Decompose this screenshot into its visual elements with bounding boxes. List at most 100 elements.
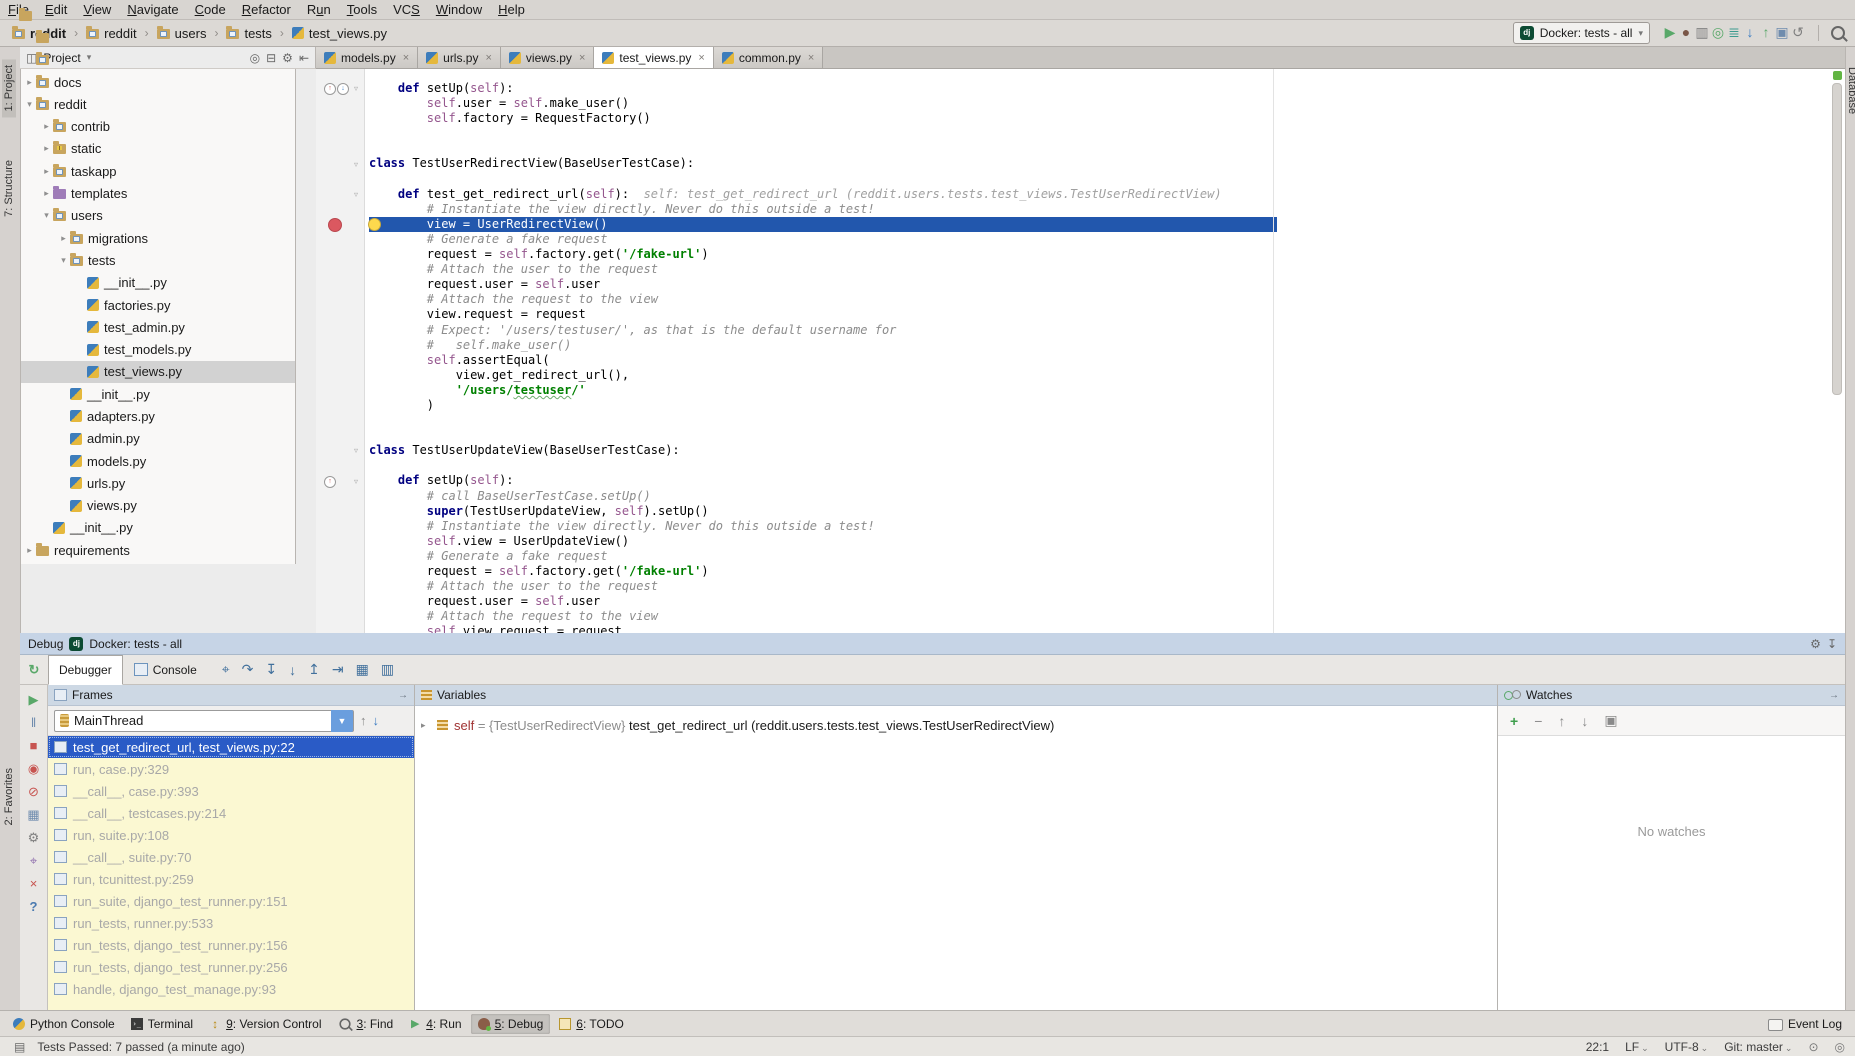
toolwindow-button-5-debug[interactable]: 5: Debug [471,1014,551,1034]
tree-item-tests[interactable]: ▾tests [0,249,295,271]
memory-indicator-icon[interactable]: ◎ [1835,1040,1845,1054]
code-line[interactable]: request = self.factory.get('/fake-url') [369,564,1277,579]
coverage-icon[interactable]: ▥ [1694,25,1710,39]
fold-marker-icon[interactable]: ▿ [354,190,358,199]
profile-icon[interactable]: ◎ [1710,25,1726,39]
code-line[interactable] [369,126,1277,141]
vcs-commit-icon[interactable]: ↑ [1758,25,1774,39]
code-line[interactable]: request.user = self.user [369,277,1277,292]
code-line[interactable] [369,141,1277,156]
code-area[interactable]: def setUp(self): self.user = self.make_u… [365,69,1845,633]
tree-item-users[interactable]: ▾users [0,205,295,227]
locate-file-icon[interactable]: ◎ [250,51,260,65]
status-widget-22-1[interactable]: 22:1 [1586,1040,1609,1054]
debug-toolwindow-header[interactable]: Debug dj Docker: tests - all ⚙ ↧ [20,633,1845,655]
frame-row[interactable]: __call__, suite.py:70 [48,846,414,868]
tree-item-urls-py[interactable]: urls.py [0,472,295,494]
code-line[interactable]: view = UserRedirectView() [369,217,1277,232]
debug-tab-console[interactable]: Console [123,655,208,685]
code-line[interactable]: super(TestUserUpdateView, self).setUp() [369,504,1277,519]
tab-urls-py[interactable]: urls.py× [418,47,501,68]
frame-row[interactable]: run_tests, django_test_runner.py:256 [48,956,414,978]
code-line[interactable]: # Attach the request to the view [369,609,1277,624]
show-execution-point-icon[interactable]: ⌖ [222,661,230,678]
status-widget-git-master[interactable]: Git: master⌄ [1724,1040,1792,1054]
chevron-right-icon[interactable]: ▸ [57,233,70,244]
code-line[interactable]: def setUp(self): [369,81,1277,96]
close-icon[interactable]: × [808,52,814,64]
close-icon[interactable]: × [579,52,585,64]
code-line[interactable]: self.factory = RequestFactory() [369,111,1277,126]
frame-down-icon[interactable]: ↓ [373,713,380,728]
code-line[interactable] [369,428,1277,443]
tree-item-reddit[interactable]: ▾reddit [0,93,295,115]
code-line[interactable]: # Instantiate the view directly. Never d… [369,519,1277,534]
read-lock-icon[interactable]: ⊙ [1808,1040,1818,1054]
frame-row[interactable]: __call__, testcases.py:214 [48,802,414,824]
code-line[interactable]: view.get_redirect_url(), [369,368,1277,383]
code-line[interactable]: ) [369,398,1277,413]
toolwindow-button-3-find[interactable]: 3: Find [331,1014,401,1034]
fold-marker-icon[interactable]: ▿ [354,446,358,455]
close-icon[interactable]: × [698,52,704,64]
debug-tab-debugger[interactable]: Debugger [48,655,123,685]
restore-layout-icon[interactable]: ▥ [381,661,394,678]
thread-dropdown[interactable]: MainThread ▼ [54,710,354,732]
chevron-right-icon[interactable]: ▸ [40,166,53,177]
debug-icon[interactable]: ● [1678,25,1694,39]
code-line[interactable]: # Attach the user to the request [369,262,1277,277]
chevron-down-icon[interactable]: ▾ [40,210,53,221]
minimize-icon[interactable]: → [398,690,408,701]
fold-marker-icon[interactable]: ▿ [354,84,358,93]
inspection-status-icon[interactable] [1833,71,1842,80]
frame-up-icon[interactable]: ↑ [360,713,367,728]
toolwindow-button-event-log[interactable]: Event Log [1761,1014,1849,1034]
breadcrumb-item[interactable]: users [155,26,209,41]
frame-row[interactable]: run_tests, runner.py:533 [48,912,414,934]
status-widget-utf-8[interactable]: UTF-8⌄ [1665,1040,1709,1054]
toolwindow-button-9-version-control[interactable]: ↕9: Version Control [202,1014,328,1034]
tab-common-py[interactable]: common.py× [714,47,823,68]
force-step-into-icon[interactable]: ↓ [289,662,296,678]
tree-item-contrib[interactable]: ▸contrib [0,115,295,137]
menu-item-refactor[interactable]: Refactor [234,0,299,19]
stripe-button-1-project[interactable]: 1: Project [2,59,16,117]
close-icon[interactable]: × [485,52,491,64]
close-icon[interactable]: × [403,52,409,64]
hide-panel-icon[interactable]: ⇤ [299,51,309,65]
gear-icon[interactable]: ⚙ [282,51,293,65]
tree-item-adapters-py[interactable]: adapters.py [0,405,295,427]
resume-icon[interactable]: ▶ [29,693,39,707]
frame-row[interactable]: test_get_redirect_url, test_views.py:22 [48,736,414,758]
run-to-cursor-icon[interactable]: ⇥ [332,661,344,678]
code-line[interactable]: # Attach the request to the view [369,292,1277,307]
breadcrumb-item[interactable]: test_views.py [290,26,389,41]
menu-item-help[interactable]: Help [490,0,533,19]
rerun-icon[interactable]: ↻ [29,663,40,677]
breadcrumb-item[interactable]: reddit [84,26,139,41]
frame-row[interactable]: run_suite, django_test_runner.py:151 [48,890,414,912]
frame-row[interactable]: run_tests, django_test_runner.py:156 [48,934,414,956]
toolwindow-toggle-icon[interactable]: ▤ [10,1040,29,1054]
variable-row[interactable]: ▸self = {TestUserRedirectView} test_get_… [421,714,1491,736]
stop-icon[interactable]: ■ [30,739,38,753]
fold-marker-icon[interactable]: ▿ [354,160,358,169]
code-line[interactable]: view.request = request [369,307,1277,322]
toolwindow-button-terminal[interactable]: ›_Terminal [124,1014,200,1034]
remove-watch-icon[interactable]: − [1534,713,1542,729]
chevron-right-icon[interactable]: ▸ [40,188,53,199]
chevron-down-icon[interactable]: ▼ [331,710,353,732]
fold-marker-icon[interactable]: ▿ [354,477,358,486]
tab-views-py[interactable]: views.py× [501,47,594,68]
frame-row[interactable]: handle, django_test_manage.py:93 [48,978,414,1000]
tree-item-test_admin-py[interactable]: test_admin.py [0,316,295,338]
evaluate-expression-icon[interactable]: ▦ [356,661,369,678]
code-line[interactable]: self.view.request = request [369,624,1277,633]
overridden-method-icon[interactable]: ↓ [337,83,349,95]
code-line[interactable]: '/users/testuser/' [369,383,1277,398]
toolwindow-button-python-console[interactable]: Python Console [6,1014,122,1034]
pause-icon[interactable]: ‖ [31,716,36,730]
tree-item-requirements[interactable]: ▸requirements [0,539,295,561]
settings-icon[interactable]: ⚙ [28,831,40,845]
code-line[interactable] [369,413,1277,428]
